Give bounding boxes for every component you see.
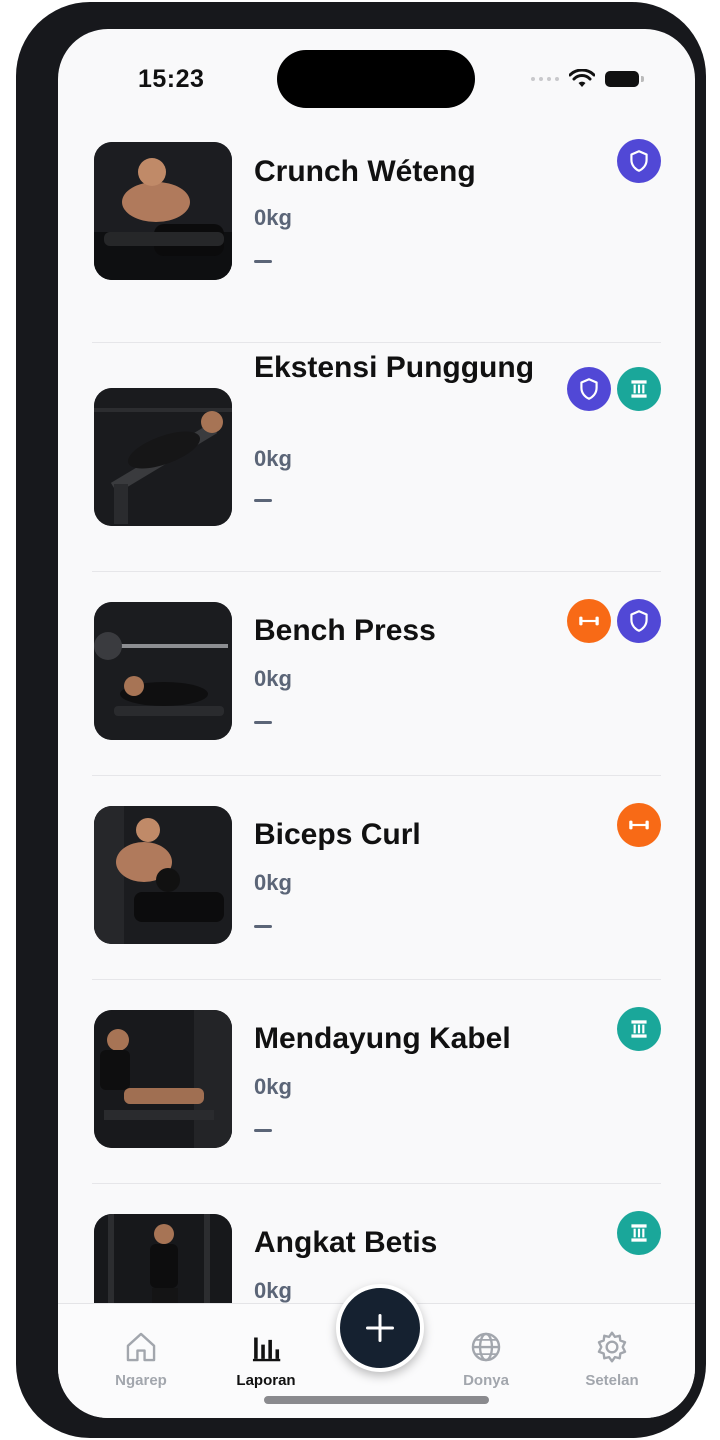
wifi-icon (569, 69, 595, 87)
exercise-thumbnail (94, 142, 232, 280)
exercise-weight: 0kg (254, 870, 292, 895)
home-indicator (264, 1396, 489, 1404)
exercise-badges (567, 367, 661, 411)
tab-label: Laporan (236, 1372, 296, 1389)
exercise-badges (617, 1211, 661, 1255)
exercise-thumbnail (94, 1010, 232, 1148)
exercise-row[interactable]: Mendayung Kabel 0kg (92, 980, 661, 1184)
bar-chart-icon (252, 1337, 281, 1362)
tab-bar: Ngarep Laporan Donya Setelan (58, 1284, 695, 1418)
exercise-dash (254, 925, 272, 928)
exercise-list: Crunch Wéteng 0kg Ekstensi Punggung 0kg … (58, 139, 695, 1387)
exercise-dash (254, 260, 272, 263)
exercise-weight: 0kg (254, 205, 292, 230)
plus-icon (366, 1314, 394, 1342)
exercise-title: Mendayung Kabel (254, 1022, 511, 1055)
exercise-row[interactable]: Crunch Wéteng 0kg (92, 139, 661, 343)
tab-settings[interactable]: Setelan (557, 1328, 667, 1389)
exercise-dash (254, 1129, 272, 1132)
pillar-icon (617, 1211, 661, 1255)
gear-icon (597, 1331, 627, 1363)
status-bar: 15:23 (58, 29, 695, 139)
exercise-weight: 0kg (254, 1278, 292, 1303)
exercise-badges (617, 1007, 661, 1051)
tab-home[interactable]: Ngarep (86, 1328, 196, 1389)
tab-label: Donya (463, 1372, 509, 1389)
exercise-title: Ekstensi Punggung (254, 351, 535, 384)
tab-reports[interactable]: Laporan (211, 1328, 321, 1389)
exercise-row[interactable]: Bench Press 0kg (92, 572, 661, 776)
exercise-dash (254, 499, 272, 502)
status-icons (531, 69, 644, 89)
exercise-thumbnail (94, 806, 232, 944)
cellular-signal-icon (531, 77, 559, 81)
exercise-weight: 0kg (254, 1074, 292, 1099)
exercise-badges (617, 803, 661, 847)
exercise-title: Angkat Betis (254, 1226, 438, 1259)
tab-label: Setelan (585, 1372, 639, 1389)
exercise-title: Bench Press (254, 614, 436, 647)
exercise-weight: 0kg (254, 446, 292, 471)
pillar-icon (617, 367, 661, 411)
exercise-title: Crunch Wéteng (254, 155, 476, 188)
exercise-row[interactable]: Ekstensi Punggung 0kg (92, 343, 661, 572)
battery-icon (605, 71, 644, 87)
exercise-title: Biceps Curl (254, 818, 421, 851)
exercise-row[interactable]: Biceps Curl 0kg (92, 776, 661, 980)
shield-icon (617, 139, 661, 183)
exercise-thumbnail (94, 388, 232, 526)
tab-label: Ngarep (115, 1372, 167, 1389)
status-time: 15:23 (138, 65, 205, 93)
exercise-weight: 0kg (254, 666, 292, 691)
shield-icon (567, 367, 611, 411)
phone-frame: 15:23 Crunch Wéteng 0kg Ekstensi Punggun… (16, 2, 706, 1438)
exercise-dash (254, 721, 272, 724)
globe-icon (471, 1332, 501, 1362)
dumbbell-icon (617, 803, 661, 847)
exercise-badges (567, 599, 661, 643)
app-screen: 15:23 Crunch Wéteng 0kg Ekstensi Punggun… (58, 29, 695, 1418)
home-icon (126, 1332, 156, 1362)
exercise-badges (617, 139, 661, 183)
exercise-thumbnail (94, 602, 232, 740)
dumbbell-icon (567, 599, 611, 643)
add-button[interactable] (336, 1284, 424, 1372)
dynamic-island (277, 50, 475, 108)
tab-world[interactable]: Donya (431, 1328, 541, 1389)
shield-icon (617, 599, 661, 643)
pillar-icon (617, 1007, 661, 1051)
